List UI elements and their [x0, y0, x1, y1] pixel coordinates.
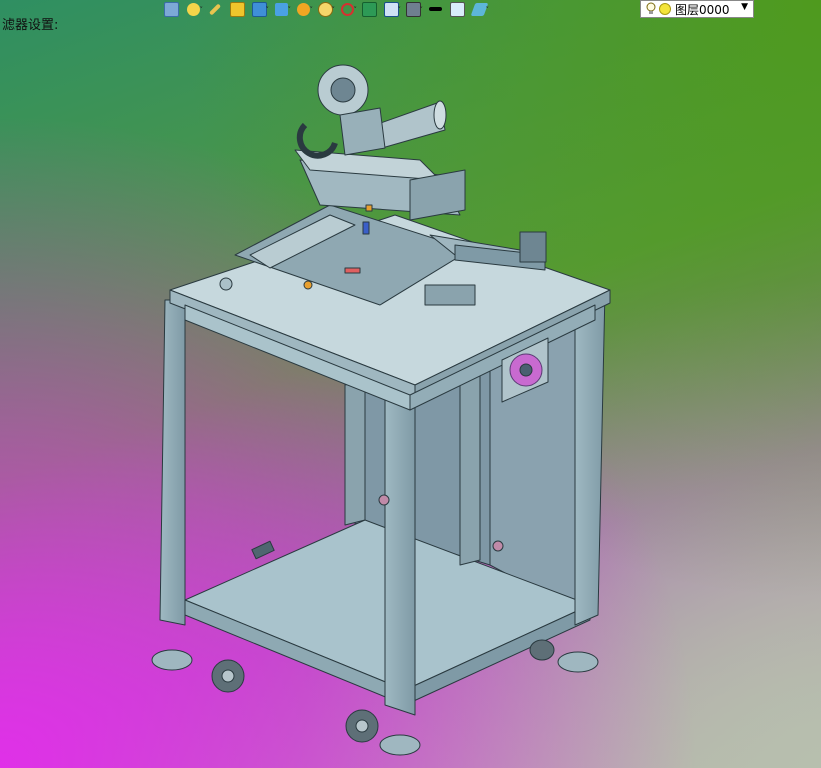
cad-model-viewport[interactable]	[0, 0, 821, 768]
machine-frame	[151, 64, 611, 756]
